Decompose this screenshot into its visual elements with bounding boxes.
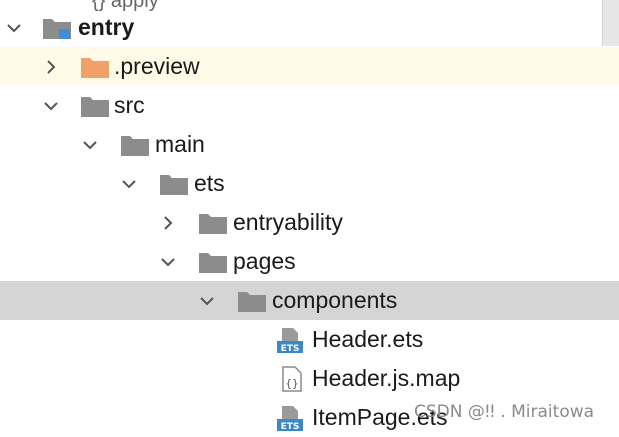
tree-item-label: src <box>114 92 145 118</box>
svg-text:ETS: ETS <box>281 422 300 432</box>
tree-item-label: Header.ets <box>312 326 424 352</box>
ets-file-icon: ETS <box>277 405 303 432</box>
folder-icon <box>81 96 109 117</box>
project-tree: {} apply entry .preview src main ets ent… <box>0 0 619 434</box>
module-folder-icon <box>43 18 71 39</box>
tree-item-label: components <box>272 287 398 313</box>
tree-item-entryability[interactable]: entryability <box>0 203 619 242</box>
svg-text:{}: {} <box>285 377 298 390</box>
tree-item-label: .preview <box>114 53 200 79</box>
folder-icon <box>81 57 109 78</box>
tree-item-ets[interactable]: ets <box>0 164 619 203</box>
tree-item-header-js-map[interactable]: {} Header.js.map <box>0 359 619 398</box>
tree-item-label: ets <box>194 170 225 196</box>
watermark: CSDN @ǃǃ . Miraitowa <box>414 402 595 422</box>
chevron-right-icon[interactable] <box>40 56 62 78</box>
tree-item-preview[interactable]: .preview <box>0 47 619 86</box>
vertical-scrollbar[interactable] <box>602 0 619 46</box>
chevron-down-icon[interactable] <box>3 17 25 39</box>
tree-item-label: pages <box>233 248 296 274</box>
tree-item-header-ets[interactable]: ETS Header.ets <box>0 320 619 359</box>
chevron-right-icon[interactable] <box>157 212 179 234</box>
chevron-down-icon[interactable] <box>40 95 62 117</box>
svg-text:ETS: ETS <box>281 344 300 354</box>
chevron-down-icon[interactable] <box>118 173 140 195</box>
tree-item-label: main <box>155 131 205 157</box>
json-file-icon: {} <box>282 365 302 392</box>
tree-item-label: Header.js.map <box>312 365 461 391</box>
folder-icon <box>199 213 227 234</box>
folder-icon <box>160 174 188 195</box>
tree-item-entry[interactable]: entry <box>0 8 619 47</box>
tree-item-components[interactable]: components <box>0 281 619 320</box>
tree-item-pages[interactable]: pages <box>0 242 619 281</box>
tree-item-label: entry <box>78 14 135 40</box>
tree-item-main[interactable]: main <box>0 125 619 164</box>
chevron-down-icon[interactable] <box>79 134 101 156</box>
folder-icon <box>199 252 227 273</box>
tree-item-src[interactable]: src <box>0 86 619 125</box>
chevron-down-icon[interactable] <box>196 290 218 312</box>
folder-icon <box>121 135 149 156</box>
chevron-down-icon[interactable] <box>157 251 179 273</box>
tree-item-label: entryability <box>233 209 343 235</box>
folder-icon <box>238 291 266 312</box>
ets-file-icon: ETS <box>277 327 303 354</box>
